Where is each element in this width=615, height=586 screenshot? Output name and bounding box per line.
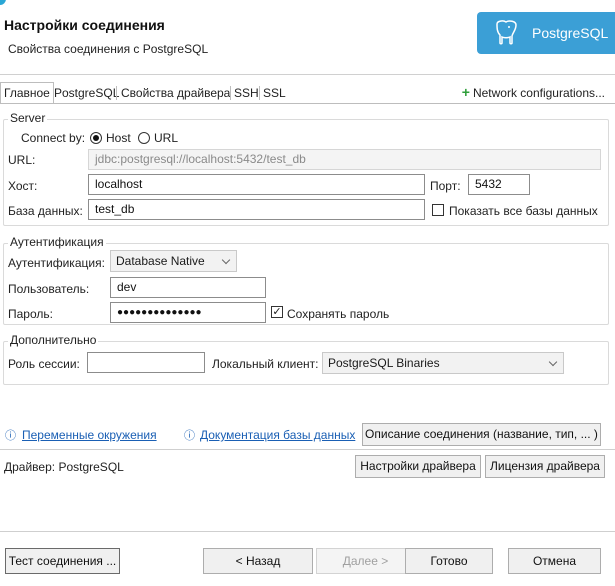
auth-type-value: Database Native <box>116 254 205 268</box>
chevron-down-icon <box>221 255 231 265</box>
host-label: Хост: <box>8 179 38 193</box>
password-label: Пароль: <box>8 307 53 321</box>
network-configurations-button[interactable]: + Network configurations... <box>462 84 605 100</box>
plus-icon: + <box>461 84 470 100</box>
next-button[interactable]: Далее > <box>316 548 415 574</box>
tab-postgresql[interactable]: PostgreSQL <box>50 82 123 104</box>
url-label: URL: <box>8 153 36 167</box>
radio-host[interactable] <box>90 132 102 144</box>
header-separator <box>0 74 615 75</box>
show-all-databases-label: Показать все базы данных <box>449 204 598 218</box>
user-label: Пользователь: <box>8 282 90 296</box>
port-field[interactable]: 5432 <box>468 174 530 195</box>
driver-settings-button[interactable]: Настройки драйвера <box>355 455 481 478</box>
environment-variables-link[interactable]: Переменные окружения <box>22 428 157 442</box>
local-client-select[interactable]: PostgreSQL Binaries <box>322 352 564 374</box>
save-password-checkbox[interactable]: ✓ <box>271 306 283 318</box>
info-icon: ⓘ <box>184 430 195 442</box>
connect-by-label: Connect by: <box>21 131 86 145</box>
driver-label: Драйвер: PostgreSQL <box>4 460 124 474</box>
describe-connection-button[interactable]: Описание соединения (название, тип, ... … <box>362 423 601 446</box>
host-field[interactable]: localhost <box>88 174 425 195</box>
driver-label-text: Драйвер: <box>4 460 56 474</box>
local-client-label: Локальный клиент: <box>212 357 319 371</box>
cancel-button[interactable]: Отмена <box>508 548 601 574</box>
test-connection-button[interactable]: Тест соединения ... <box>5 548 120 574</box>
url-field[interactable]: jdbc:postgresql://localhost:5432/test_db <box>88 149 601 170</box>
radio-url-label: URL <box>154 131 179 145</box>
password-field[interactable]: ●●●●●●●●●●●●●● <box>110 302 266 323</box>
postgresql-logo: PostgreSQL <box>477 12 615 54</box>
elephant-icon <box>496 20 517 45</box>
back-button[interactable]: < Назад <box>203 548 313 574</box>
radio-host-label: Host <box>106 131 131 145</box>
tab-main[interactable]: Главное <box>0 82 54 104</box>
finish-button[interactable]: Готово <box>405 548 493 574</box>
auth-type-select[interactable]: Database Native <box>110 250 237 272</box>
driver-name: PostgreSQL <box>58 460 124 474</box>
dialog-subtitle: Свойства соединения с PostgreSQL <box>8 42 209 56</box>
session-role-label: Роль сессии: <box>8 357 80 371</box>
tab-ssl[interactable]: SSL <box>259 82 290 104</box>
chevron-down-icon <box>548 357 558 367</box>
window-corner-icon <box>0 0 6 5</box>
auth-type-label: Аутентификация: <box>8 256 105 270</box>
port-label: Порт: <box>430 179 461 193</box>
extra-group-label: Дополнительно <box>8 333 99 347</box>
database-label: База данных: <box>8 204 83 218</box>
server-group-label: Server <box>8 111 48 125</box>
tab-ssh[interactable]: SSH <box>230 82 263 104</box>
database-docs-link[interactable]: Документация базы данных <box>200 428 355 442</box>
driver-license-button[interactable]: Лицензия драйвера <box>485 455 605 478</box>
local-client-value: PostgreSQL Binaries <box>328 356 440 370</box>
tab-driver-properties[interactable]: Свойства драйвера <box>117 82 234 104</box>
footer-divider <box>0 531 615 532</box>
logo-text: PostgreSQL <box>532 25 609 41</box>
dialog-header: Настройки соединения Свойства соединения… <box>0 0 615 74</box>
database-field[interactable]: test_db <box>88 199 425 220</box>
save-password-label: Сохранять пароль <box>287 307 390 321</box>
dialog-title: Настройки соединения <box>4 17 165 33</box>
session-role-field[interactable] <box>87 352 205 373</box>
show-all-databases-checkbox[interactable] <box>432 204 444 216</box>
auth-group-label: Аутентификация <box>8 235 106 249</box>
network-configurations-label: Network configurations... <box>472 86 605 100</box>
divider <box>0 449 615 450</box>
info-icon: ⓘ <box>5 430 16 442</box>
radio-url[interactable] <box>138 132 150 144</box>
tab-underline <box>0 103 615 104</box>
user-field[interactable]: dev <box>110 277 266 298</box>
